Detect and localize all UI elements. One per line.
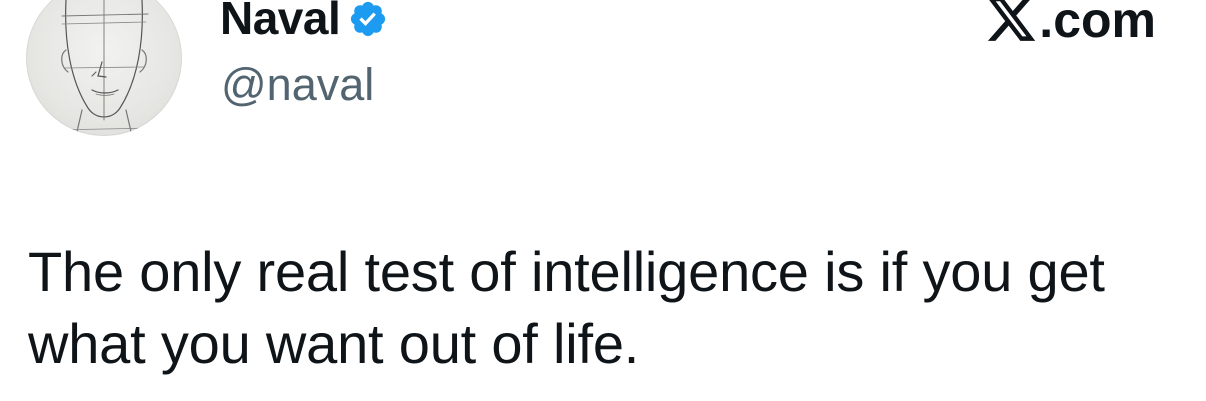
verified-badge-icon [348, 0, 388, 39]
avatar[interactable] [26, 0, 182, 136]
x-logo-icon [987, 0, 1037, 43]
author-name-row: Naval [220, 0, 388, 46]
tweet-card: Naval @naval .com The only real test of … [0, 0, 1206, 401]
tweet-text: The only real test of intelligence is if… [28, 240, 1105, 375]
author-display-name[interactable]: Naval [220, 0, 341, 41]
sketch-face-icon [53, 0, 155, 136]
author-handle[interactable]: @naval [221, 62, 374, 107]
brand-mark: .com [987, 0, 1156, 50]
brand-site-text: .com [1039, 0, 1156, 48]
